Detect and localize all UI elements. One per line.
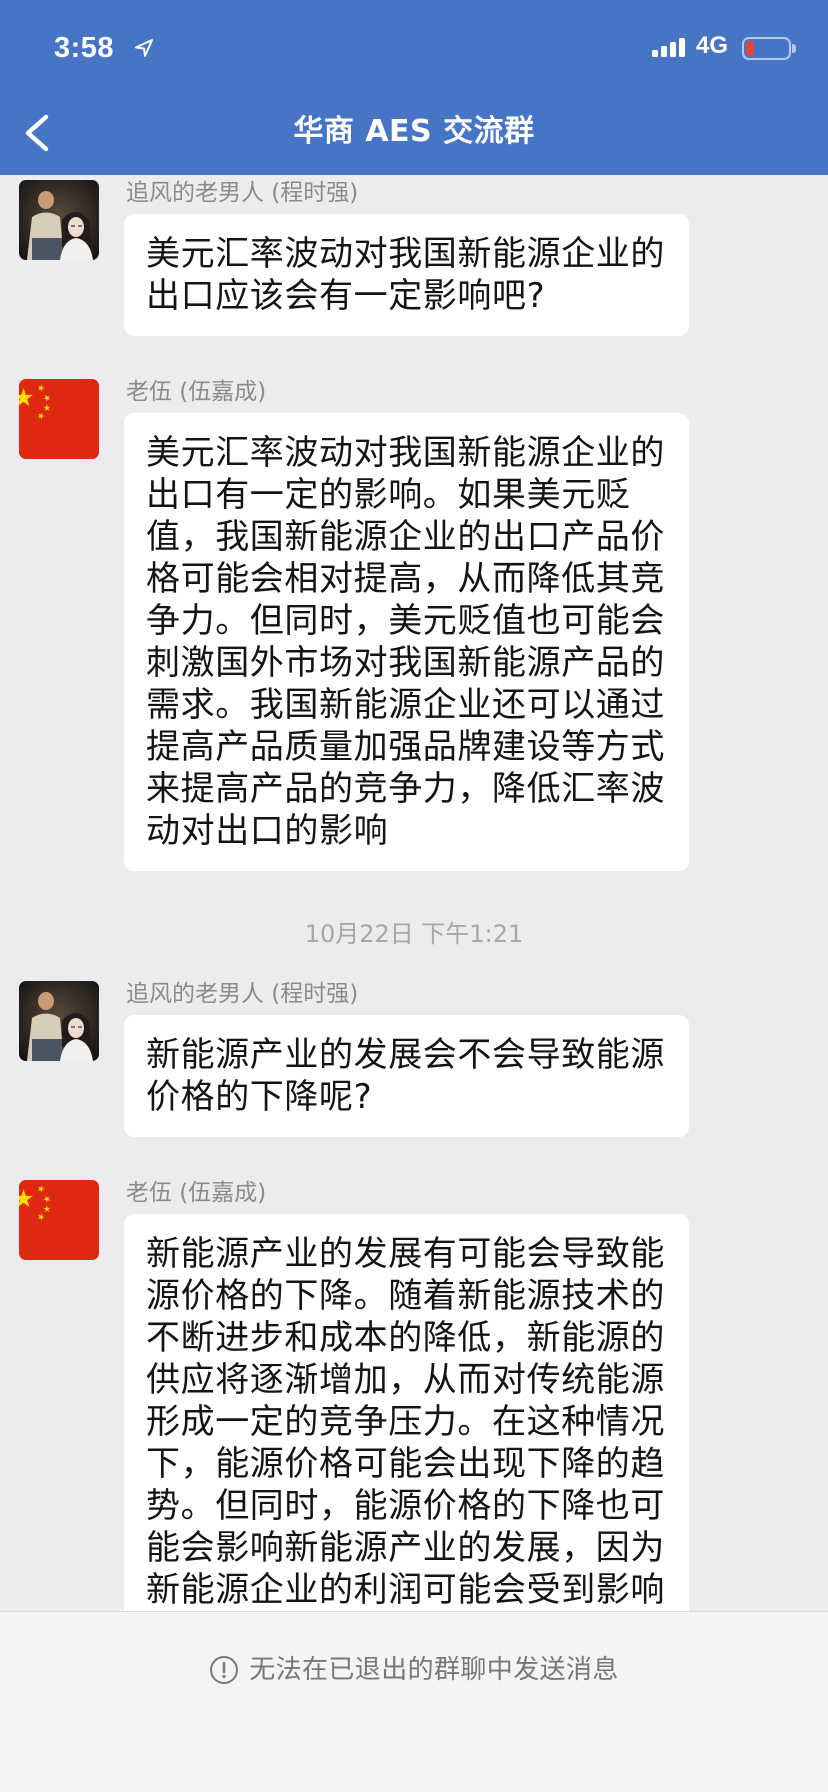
message-text-line: 下，能源价格可能会出现下降的趋 — [146, 1444, 665, 1484]
message-text-line: 出口应该会有一定影响吧? — [146, 276, 546, 316]
time-divider: 10月22日 下午1:21 — [304, 920, 524, 948]
sender-avatar[interactable] — [19, 379, 99, 459]
message-text-line: 势。但同时，能源价格的下降也可 — [146, 1486, 665, 1526]
sender-avatar[interactable] — [19, 1180, 99, 1260]
location-arrow-icon — [135, 39, 153, 57]
disabled-notice-text: 无法在已退出的群聊中发送消息 — [249, 1655, 619, 1685]
message-text-line: 格可能会相对提高，从而降低其竞 — [146, 559, 665, 599]
nav-header: 3:58 4G 华商 AES 交流群 — [0, 0, 828, 175]
input-bar-disabled: 无法在已退出的群聊中发送消息 — [0, 1611, 828, 1792]
cartoon-portrait-icon — [19, 981, 99, 1061]
battery-icon — [742, 37, 791, 60]
message-text-line: 来提高产品的竞争力，降低汇率波 — [146, 769, 665, 809]
message-text-line: 刺激国外市场对我国新能源产品的 — [146, 643, 665, 683]
message-text-line: 能会影响新能源产业的发展，因为 — [146, 1528, 665, 1568]
message-text-line: 需求。我国新能源企业还可以通过 — [146, 685, 665, 725]
message-text-line: 价格的下降呢? — [146, 1077, 373, 1117]
message-text-line: 提高产品质量加强品牌建设等方式 — [146, 727, 665, 767]
message-text-line: 新能源产业的发展有可能会导致能 — [146, 1234, 665, 1274]
message-bubble[interactable]: 新能源产业的发展会不会导致能源 价格的下降呢? — [124, 1015, 689, 1137]
sender-name: 追风的老男人 (程时强) — [126, 180, 359, 206]
china-flag-icon — [19, 379, 99, 459]
chat-title: 华商 AES 交流群 — [293, 114, 535, 149]
status-time: 3:58 — [54, 32, 115, 64]
message-bubble[interactable]: 新能源产业的发展有可能会导致能 源价格的下降。随着新能源技术的 不断进步和成本的… — [124, 1214, 689, 1611]
signal-bar — [652, 50, 658, 57]
exclamation-circle-icon — [210, 1656, 239, 1684]
message-text-line: 值，我国新能源企业的出口产品价 — [146, 517, 665, 557]
sender-name: 老伍 (伍嘉成) — [126, 1180, 267, 1206]
message-text-line: 争力。但同时，美元贬值也可能会 — [146, 601, 665, 641]
cartoon-portrait-icon — [19, 180, 99, 260]
sender-avatar[interactable] — [19, 981, 99, 1061]
message-text-line: 新能源产业的发展会不会导致能源 — [146, 1035, 665, 1075]
message-text-line: 不断进步和成本的降低，新能源的 — [146, 1318, 665, 1358]
disabled-notice: 无法在已退出的群聊中发送消息 — [0, 1654, 828, 1686]
sender-name: 追风的老男人 (程时强) — [126, 981, 359, 1007]
message-text-line: 美元汇率波动对我国新能源企业的 — [146, 234, 665, 274]
network-type: 4G — [696, 32, 729, 59]
signal-bar — [661, 46, 667, 57]
message-text-line: 形成一定的竞争压力。在这种情况 — [146, 1402, 665, 1442]
signal-bars-icon — [652, 38, 685, 57]
message-text-line: 美元汇率波动对我国新能源企业的 — [146, 433, 665, 473]
message-text-line: 源价格的下降。随着新能源技术的 — [146, 1276, 665, 1316]
battery-nub — [792, 44, 796, 53]
sender-avatar[interactable] — [19, 180, 99, 260]
message-text-line: 动对出口的影响 — [146, 811, 389, 851]
china-flag-icon — [19, 1180, 99, 1260]
message-bubble[interactable]: 美元汇率波动对我国新能源企业的 出口有一定的影响。如果美元贬 值，我国新能源企业… — [124, 413, 689, 871]
message-bubble[interactable]: 美元汇率波动对我国新能源企业的 出口应该会有一定影响吧? — [124, 214, 689, 336]
battery-fill — [746, 41, 754, 56]
signal-bar — [679, 38, 685, 57]
sender-name: 老伍 (伍嘉成) — [126, 379, 267, 405]
message-text-line: 新能源企业的利润可能会受到影响 — [146, 1570, 665, 1610]
signal-bar — [670, 42, 676, 57]
message-text-line: 出口有一定的影响。如果美元贬 — [146, 475, 631, 515]
message-text-line: 供应将逐渐增加，从而对传统能源 — [146, 1360, 665, 1400]
chat-area[interactable]: 追风的老男人 (程时强) 美元汇率波动对我国新能源企业的 出口应该会有一定影响吧… — [0, 175, 828, 1611]
